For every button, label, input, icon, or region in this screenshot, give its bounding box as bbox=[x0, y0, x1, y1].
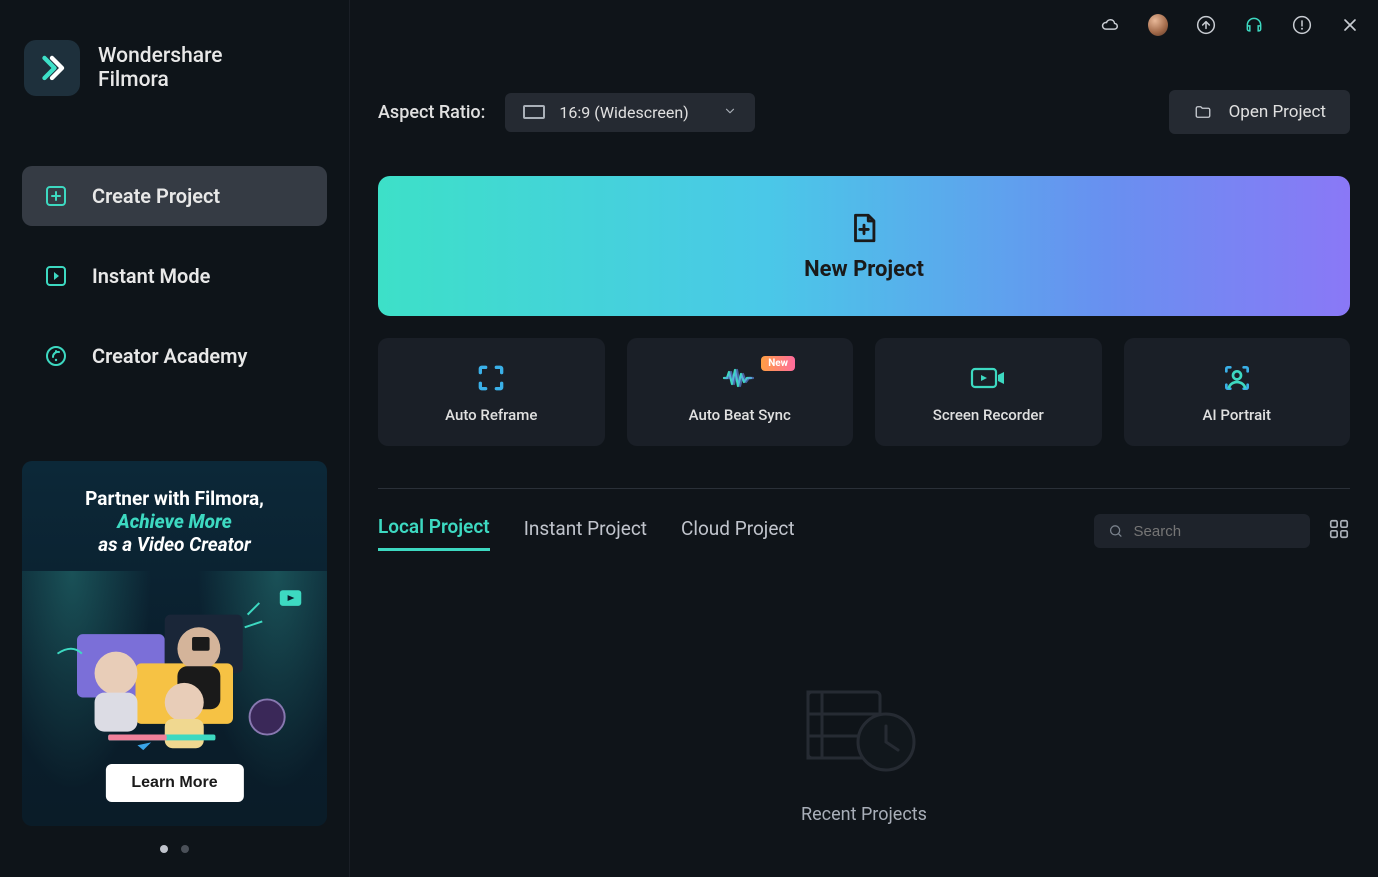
tab-cloud-project[interactable]: Cloud Project bbox=[681, 513, 795, 550]
support-headset-icon[interactable] bbox=[1244, 15, 1264, 35]
brand-line1: Wondershare bbox=[98, 44, 223, 68]
promo-line1: Partner with Filmora, bbox=[22, 487, 327, 510]
titlebar bbox=[350, 0, 1378, 42]
nav-create-project-label: Create Project bbox=[92, 184, 220, 208]
promo-line2: Achieve More bbox=[22, 510, 327, 533]
promo-pagination bbox=[22, 838, 327, 857]
nav-list: Create Project Instant Mode Creator Acad… bbox=[0, 166, 349, 406]
sidebar: Wondershare Filmora Create Project Insta… bbox=[0, 0, 350, 877]
folder-icon bbox=[1193, 103, 1213, 121]
main-area: Aspect Ratio: 16:9 (Widescreen) Open Pro… bbox=[350, 0, 1378, 877]
new-project-label: New Project bbox=[804, 257, 924, 282]
nav-creator-academy[interactable]: Creator Academy bbox=[22, 326, 327, 386]
alert-icon[interactable] bbox=[1292, 15, 1312, 35]
cloud-icon[interactable] bbox=[1100, 15, 1120, 35]
promo-card[interactable]: Partner with Filmora, Achieve More as a … bbox=[22, 461, 327, 826]
monitor-icon bbox=[523, 105, 545, 119]
nav-create-project[interactable]: Create Project bbox=[22, 166, 327, 226]
promo-dot-2[interactable] bbox=[181, 845, 189, 853]
logo-text: Wondershare Filmora bbox=[98, 44, 223, 92]
grid-view-icon[interactable] bbox=[1328, 518, 1350, 544]
aspect-ratio-select[interactable]: 16:9 (Widescreen) bbox=[505, 93, 755, 132]
feature-ai-portrait-label: AI Portrait bbox=[1202, 406, 1271, 424]
promo-line3: as a Video Creator bbox=[22, 533, 327, 556]
brand-line2: Filmora bbox=[98, 68, 223, 92]
nav-instant-mode-label: Instant Mode bbox=[92, 264, 210, 288]
feature-ai-portrait[interactable]: AI Portrait bbox=[1124, 338, 1351, 446]
user-avatar[interactable] bbox=[1148, 15, 1168, 35]
nav-creator-academy-label: Creator Academy bbox=[92, 344, 247, 368]
open-project-label: Open Project bbox=[1229, 102, 1326, 122]
feature-screen-recorder-label: Screen Recorder bbox=[933, 406, 1044, 424]
upload-icon[interactable] bbox=[1196, 15, 1216, 35]
auto-beat-sync-icon bbox=[722, 360, 758, 396]
new-project-icon bbox=[847, 211, 881, 249]
chevron-down-icon bbox=[723, 103, 737, 122]
creator-academy-icon bbox=[44, 344, 68, 368]
new-project-button[interactable]: New Project bbox=[378, 176, 1350, 316]
screen-recorder-icon bbox=[970, 360, 1006, 396]
feature-screen-recorder[interactable]: Screen Recorder bbox=[875, 338, 1102, 446]
feature-auto-beat-sync-label: Auto Beat Sync bbox=[689, 406, 791, 424]
project-tabs: Local Project Instant Project Cloud Proj… bbox=[378, 511, 1350, 551]
promo-learn-more-button[interactable]: Learn More bbox=[105, 764, 243, 802]
topbar: Aspect Ratio: 16:9 (Widescreen) Open Pro… bbox=[378, 90, 1350, 134]
recent-projects-label: Recent Projects bbox=[801, 804, 927, 825]
promo-dot-1[interactable] bbox=[160, 845, 168, 853]
aspect-ratio-value: 16:9 (Widescreen) bbox=[559, 103, 688, 122]
search-box[interactable] bbox=[1094, 514, 1310, 548]
open-project-button[interactable]: Open Project bbox=[1169, 90, 1350, 134]
feature-row: Auto Reframe New Auto Beat Sync Screen R… bbox=[378, 338, 1350, 446]
new-badge: New bbox=[761, 356, 795, 371]
content: Aspect Ratio: 16:9 (Widescreen) Open Pro… bbox=[350, 42, 1378, 877]
promo-section: Partner with Filmora, Achieve More as a … bbox=[0, 461, 349, 857]
nav-instant-mode[interactable]: Instant Mode bbox=[22, 246, 327, 306]
feature-auto-reframe-label: Auto Reframe bbox=[445, 406, 537, 424]
ai-portrait-icon bbox=[1221, 360, 1253, 396]
recent-projects-icon bbox=[804, 684, 924, 778]
search-icon bbox=[1108, 522, 1124, 540]
app-logo: Wondershare Filmora bbox=[0, 40, 349, 96]
close-icon[interactable] bbox=[1340, 15, 1360, 35]
search-input[interactable] bbox=[1134, 523, 1296, 540]
aspect-ratio-label: Aspect Ratio: bbox=[378, 102, 485, 123]
feature-auto-beat-sync[interactable]: New Auto Beat Sync bbox=[627, 338, 854, 446]
empty-state: Recent Projects bbox=[378, 551, 1350, 877]
tab-local-project[interactable]: Local Project bbox=[378, 511, 490, 551]
feature-auto-reframe[interactable]: Auto Reframe bbox=[378, 338, 605, 446]
logo-mark-icon bbox=[24, 40, 80, 96]
create-project-icon bbox=[44, 184, 68, 208]
instant-mode-icon bbox=[44, 264, 68, 288]
auto-reframe-icon bbox=[475, 360, 507, 396]
tab-instant-project[interactable]: Instant Project bbox=[524, 513, 647, 550]
promo-illustration bbox=[22, 561, 327, 756]
divider bbox=[378, 488, 1350, 489]
